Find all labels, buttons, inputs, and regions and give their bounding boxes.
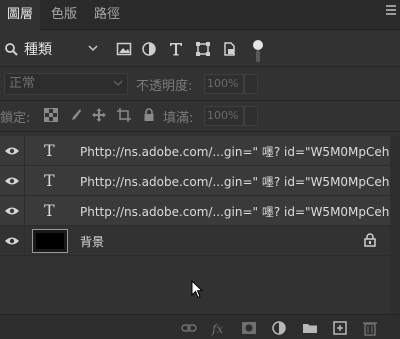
layer-filter-row: 種類 bbox=[0, 36, 400, 64]
type-layer-icon: T bbox=[44, 141, 55, 160]
link-layers-icon[interactable] bbox=[181, 320, 197, 336]
opacity-label: 不透明度: bbox=[136, 79, 193, 94]
type-layer-icon: T bbox=[44, 171, 55, 190]
layer-name[interactable]: Phttp://ns.adobe.com/...gin=" 嚜? id="W5M… bbox=[80, 203, 389, 220]
fill-slider-toggle[interactable] bbox=[244, 106, 258, 126]
shape-filter-icon[interactable] bbox=[195, 41, 211, 57]
layers-bottom-toolbar: fx bbox=[0, 314, 400, 339]
adjustment-filter-icon[interactable] bbox=[141, 41, 157, 57]
lock-icon bbox=[364, 233, 376, 247]
chevron-down-icon bbox=[113, 80, 123, 87]
lock-image-pixels-icon[interactable] bbox=[68, 108, 82, 122]
layer-name[interactable]: Phttp://ns.adobe.com/...gin=" 嚜? id="W5M… bbox=[80, 143, 389, 160]
layer-thumbnail bbox=[32, 229, 68, 253]
opacity-input[interactable]: 100% bbox=[204, 74, 244, 94]
layer-style-icon[interactable]: fx bbox=[211, 320, 227, 336]
blend-mode-value: 正常 bbox=[9, 76, 36, 91]
filter-kind-dropdown[interactable]: 種類 bbox=[4, 38, 100, 60]
layer-name[interactable]: 背景 bbox=[80, 233, 104, 250]
blend-row: 正常 不透明度: 100% bbox=[0, 72, 400, 98]
divider bbox=[24, 136, 25, 166]
smart-object-filter-icon[interactable] bbox=[222, 41, 238, 57]
layer-row-text-2[interactable]: T Phttp://ns.adobe.com/...gin=" 嚜? id="W… bbox=[0, 166, 390, 196]
eye-icon[interactable] bbox=[4, 175, 20, 187]
type-layer-icon: T bbox=[44, 201, 55, 220]
tab-paths[interactable]: 路徑 bbox=[87, 0, 127, 30]
divider bbox=[24, 196, 25, 226]
eye-icon[interactable] bbox=[4, 145, 20, 157]
panel-menu-icon[interactable] bbox=[386, 5, 396, 19]
chevron-down-icon bbox=[88, 45, 98, 52]
opacity-slider-toggle[interactable] bbox=[244, 74, 258, 94]
lock-artboard-icon[interactable] bbox=[117, 108, 131, 122]
layer-name[interactable]: Phttp://ns.adobe.com/...gin=" 嚜? id="W5M… bbox=[80, 173, 389, 190]
layer-row-text-3[interactable]: T Phttp://ns.adobe.com/...gin=" 嚜? id="W… bbox=[0, 196, 390, 226]
divider bbox=[0, 131, 400, 132]
blend-mode-dropdown[interactable]: 正常 bbox=[4, 73, 128, 95]
type-filter-icon[interactable] bbox=[168, 41, 184, 57]
divider bbox=[0, 66, 400, 67]
fill-label: 填滿: bbox=[163, 111, 194, 126]
filter-toggle-track bbox=[256, 50, 260, 62]
layers-scrollbar[interactable] bbox=[390, 136, 400, 314]
tab-channels[interactable]: 色版 bbox=[44, 0, 84, 30]
eye-icon[interactable] bbox=[4, 205, 20, 217]
fill-input[interactable]: 100% bbox=[204, 106, 244, 126]
svg-text:fx: fx bbox=[211, 322, 223, 336]
lock-transparent-pixels-icon[interactable] bbox=[44, 108, 58, 122]
panel-tab-bar: 圖層 色版 路徑 bbox=[0, 0, 400, 31]
new-adjustment-layer-icon[interactable] bbox=[271, 320, 287, 336]
search-icon bbox=[5, 43, 18, 56]
add-mask-icon[interactable] bbox=[241, 320, 257, 336]
divider bbox=[0, 100, 400, 101]
eye-icon[interactable] bbox=[4, 235, 20, 247]
filter-toggle-icon[interactable] bbox=[253, 40, 263, 50]
delete-layer-icon[interactable] bbox=[362, 320, 378, 336]
lock-label: 鎖定: bbox=[0, 111, 31, 126]
lock-all-icon[interactable] bbox=[142, 108, 156, 122]
image-filter-icon[interactable] bbox=[116, 41, 132, 57]
divider bbox=[24, 226, 25, 256]
new-layer-icon[interactable] bbox=[332, 320, 348, 336]
new-group-icon[interactable] bbox=[302, 320, 318, 336]
divider bbox=[24, 166, 25, 196]
layer-row-text-1[interactable]: T Phttp://ns.adobe.com/...gin=" 嚜? id="W… bbox=[0, 136, 390, 166]
layer-row-background[interactable]: 背景 bbox=[0, 226, 390, 256]
filter-kind-label: 種類 bbox=[24, 42, 52, 58]
lock-row: 鎖定: 填滿: 100% bbox=[0, 103, 400, 129]
tab-layers[interactable]: 圖層 bbox=[0, 0, 41, 31]
mouse-cursor-icon bbox=[191, 280, 204, 299]
lock-position-icon[interactable] bbox=[92, 108, 106, 122]
